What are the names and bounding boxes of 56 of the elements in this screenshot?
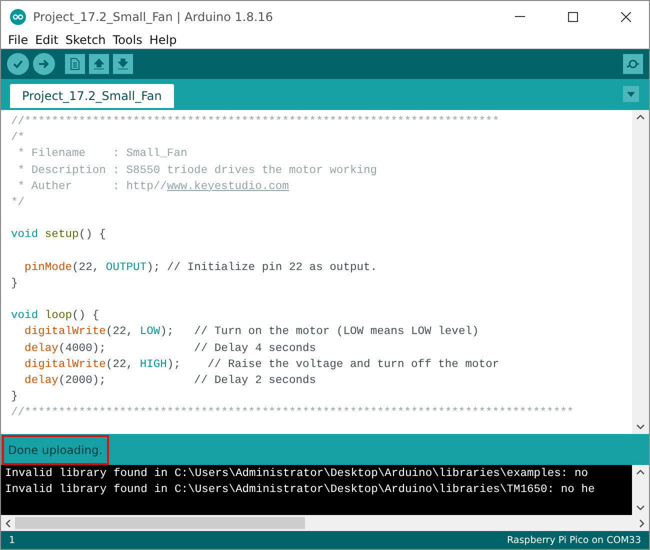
new-button[interactable] [65,54,85,74]
chevron-down-icon [636,424,645,430]
tab-menu-button[interactable] [623,86,639,102]
close-icon [621,12,631,22]
maximize-icon [568,12,578,22]
upload-button[interactable] [33,53,55,75]
chevron-up-icon [636,469,645,475]
arrow-down-icon [117,58,129,70]
code-line: * Filename : Small_Fan [16,146,188,162]
horizontal-scrollbar[interactable] [1,515,649,531]
code-line: * Description : S8550 triode drives the motor working [16,164,378,179]
code-line: pinMode(22, OUTPUT); // Initialize pin 22 as output. [24,260,378,276]
code-line: /* [11,130,26,146]
chevron-left-icon [5,518,11,528]
code-line: } [11,276,19,292]
code-line: void loop() { [11,308,100,324]
minimize-icon [515,16,525,17]
menu-item[interactable]: File [5,32,32,48]
open-button[interactable] [89,54,109,74]
save-button[interactable] [113,54,133,74]
chevron-right-icon [639,518,645,528]
code-line: digitalWrite(22, HIGH); // Raise the voltage and turn off the motor [24,358,500,373]
menu-item[interactable]: Sketch [62,32,109,48]
code-line: */ [11,196,26,211]
checkmark-icon [12,58,24,70]
status-message: Done uploading. [2,434,109,464]
board-port-label: Raspberry Pi Pico on COM33 [507,534,641,546]
window-title: Project_17.2_Small_Fan | Arduino 1.8.16 [33,10,274,24]
document-icon [69,58,81,70]
code-line: delay(4000); // Delay 4 seconds [24,342,318,357]
menu-item[interactable]: Tools [110,32,146,48]
serial-monitor-button[interactable] [623,54,643,74]
chevron-down-icon [636,505,645,511]
scrollbar-thumb[interactable] [15,517,305,529]
caret-down-icon [627,92,635,96]
menu-item[interactable]: Help [146,32,180,48]
chevron-up-icon [636,114,645,120]
line-number: 1 [9,534,16,546]
code-line: //********************************************************************************* [11,406,575,422]
code-line: void setup() { [11,228,107,244]
verify-button[interactable] [7,53,29,75]
console-line: Invalid library found in C:\Users\Administrator\Desktop\Arduino\libraries\TM1650: no he [5,482,596,498]
menu-item[interactable]: Edit [32,32,62,48]
code-line: digitalWrite(22, LOW); // Turn on the motor (LOW means LOW level) [24,324,480,340]
arrow-up-icon [93,58,105,70]
code-line: //********************************************************************** [11,114,500,130]
sketch-tab[interactable]: Project_17.2_Small_Fan [10,84,174,108]
code-line: * Auther : http//www.keyestudio.com [16,180,290,195]
vertical-scrollbar[interactable] [632,465,649,515]
vertical-scrollbar[interactable] [632,110,649,434]
code-line: delay(2000); // Delay 2 seconds [24,374,318,389]
magnifier-icon [626,58,640,70]
arrow-right-icon [38,58,50,70]
code-line: } [11,390,19,406]
app-logo-icon [10,8,26,24]
console-line: Invalid library found in C:\Users\Administrator\Desktop\Arduino\libraries\examples: no [5,466,590,482]
